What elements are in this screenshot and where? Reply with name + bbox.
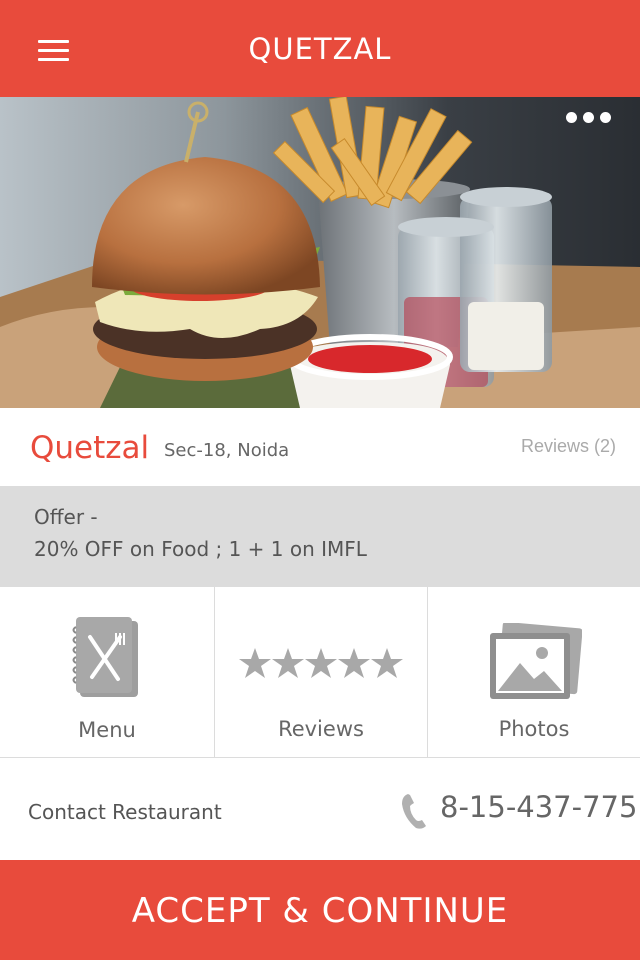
accept-continue-label: ACCEPT & CONTINUE [131,891,509,931]
page-title: QUETZAL [248,32,392,66]
reviews-count-link[interactable]: Reviews (2) [521,436,616,457]
reviews-label: Reviews [278,717,364,741]
photos-icon [428,621,640,708]
menu-book-icon [0,617,214,704]
offer-details: 20% OFF on Food ; 1 + 1 on IMFL [34,537,367,561]
menu-button[interactable]: Menu [0,587,215,757]
restaurant-location: Sec-18, Noida [164,440,290,461]
offer-banner: Offer - 20% OFF on Food ; 1 + 1 on IMFL [0,486,640,587]
offer-heading: Offer - [34,505,98,529]
restaurant-name: Quetzal [30,430,150,466]
photos-button[interactable]: Photos [428,587,640,757]
menu-label: Menu [78,718,136,742]
more-dots-icon[interactable] [566,112,612,124]
restaurant-info: Quetzal Sec-18, Noida Reviews (2) [0,408,640,486]
accept-continue-button[interactable]: ACCEPT & CONTINUE [0,860,640,960]
photos-label: Photos [498,717,570,741]
contact-row: Contact Restaurant 8-15-437-775 [0,758,640,860]
reviews-button[interactable]: Reviews [215,587,428,757]
phone-icon [402,794,426,829]
app-header: QUETZAL [0,0,640,97]
phone-number: 8-15-437-775 [440,790,638,824]
restaurant-hero-image [0,97,640,408]
contact-label: Contact Restaurant [28,800,222,824]
phone-call-button[interactable]: 8-15-437-775 [400,790,637,830]
star-rating-icon [215,647,427,686]
action-grid: Menu Reviews Photos [0,587,640,758]
